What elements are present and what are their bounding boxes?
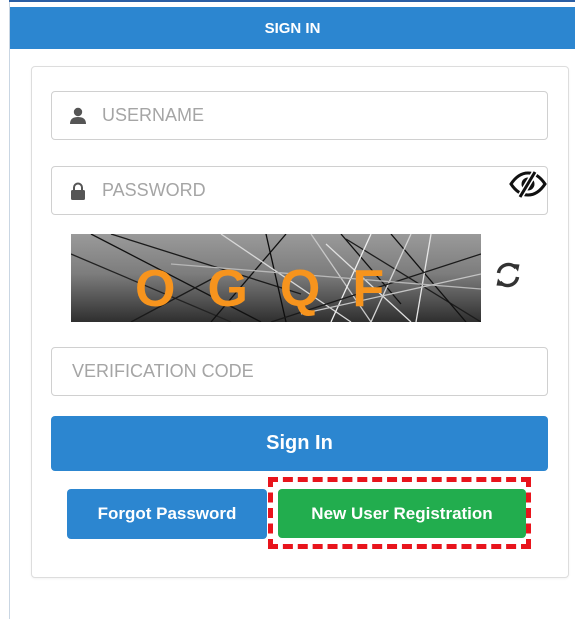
top-border [9, 0, 575, 2]
captcha-text: OGQF [135, 260, 416, 318]
verification-code-field[interactable] [51, 347, 548, 396]
left-border [9, 0, 10, 619]
header-title: SIGN IN [264, 19, 321, 37]
password-input[interactable] [102, 167, 547, 214]
captcha-image: OGQF [71, 234, 481, 322]
verification-code-input[interactable] [52, 348, 547, 395]
user-icon [68, 106, 88, 126]
username-field[interactable] [51, 91, 548, 140]
forgot-password-button[interactable]: Forgot Password [67, 489, 267, 539]
password-field[interactable] [51, 166, 548, 215]
sign-in-button[interactable]: Sign In [51, 416, 548, 471]
username-input[interactable] [102, 92, 547, 139]
lock-icon [68, 181, 88, 201]
refresh-icon[interactable] [494, 261, 522, 289]
sign-in-header: SIGN IN [10, 7, 575, 49]
highlight-box [268, 477, 531, 549]
eye-slash-icon[interactable] [508, 170, 548, 199]
